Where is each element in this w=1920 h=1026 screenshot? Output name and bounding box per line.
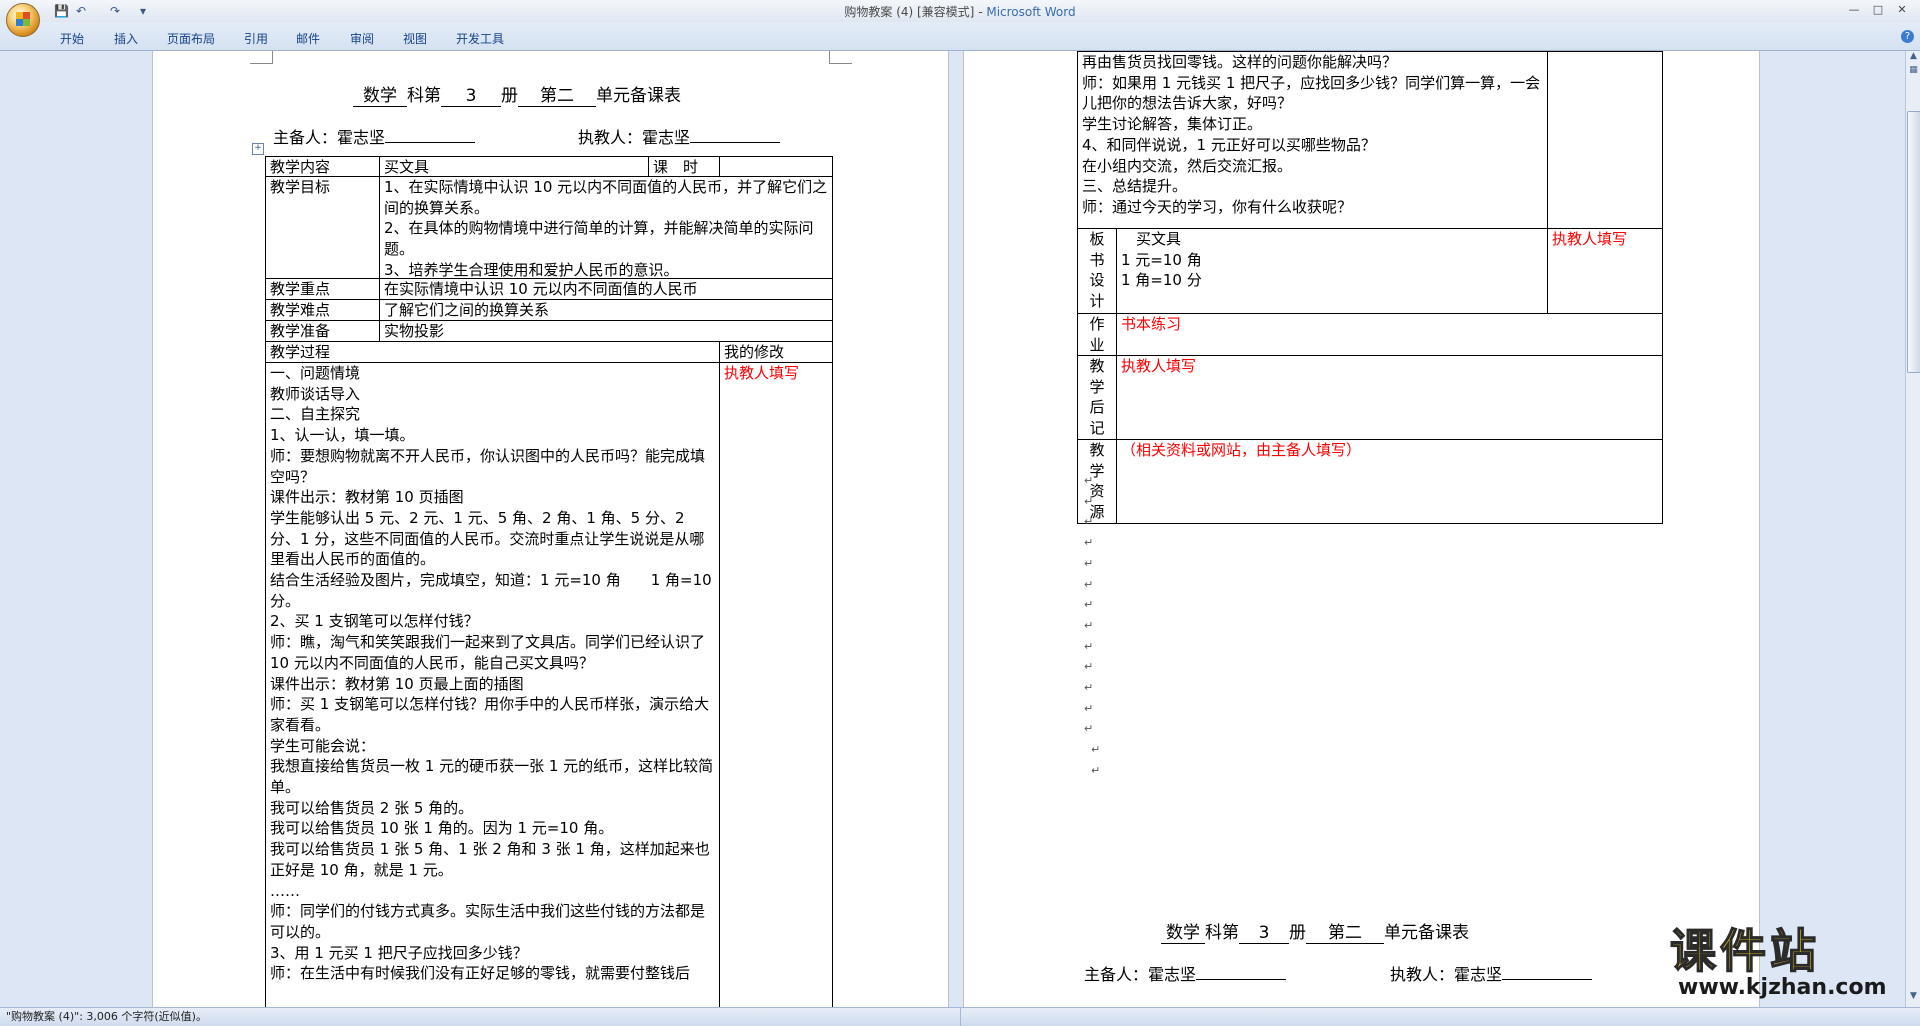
preparer-line: 主备人：霍志坚: [273, 124, 476, 148]
tab-view[interactable]: 视图: [403, 30, 427, 47]
heading-volume: 3: [441, 86, 501, 107]
office-button[interactable]: [6, 3, 40, 37]
heading-unit: 第二: [1306, 918, 1384, 944]
help-icon[interactable]: ?: [1901, 30, 1914, 43]
reflection-label: 教 学 后 记: [1077, 355, 1117, 440]
table-move-handle-icon[interactable]: +: [252, 143, 264, 155]
goals-value[interactable]: 1、在实际情境中认识 10 元以内不同面值的人民币，并了解它们之间的换算关系。 …: [379, 176, 833, 279]
ribbon-tabs: 开始 插入 页面布局 引用 邮件 审阅 视图 开发工具 ?: [0, 22, 1920, 51]
crop-mark: [250, 51, 273, 64]
preparer-label: 主备人：霍志坚: [273, 128, 386, 147]
key-value[interactable]: 在实际情境中认识 10 元以内不同面值的人民币: [379, 278, 833, 300]
hours-label: 课 时: [648, 156, 720, 177]
preparer-label: 主备人：霍志坚: [1084, 965, 1197, 984]
reflection-value[interactable]: 执教人填写: [1116, 355, 1663, 440]
heading-text: 单元备课表: [596, 86, 681, 106]
heading-text: 册: [501, 86, 518, 106]
content-value[interactable]: 买文具: [379, 156, 649, 177]
process-continued[interactable]: 再由售货员找回零钱。这样的问题你能解决吗？ 师：如果用 1 元钱买 1 把尺子，…: [1077, 51, 1548, 229]
board-value[interactable]: 买文具 1 元=10 角 1 角=10 分: [1116, 228, 1548, 314]
heading-unit: 第二: [518, 81, 596, 107]
revision-label: 我的修改: [719, 341, 833, 363]
heading-subject: 数学: [1161, 918, 1205, 944]
prep-label: 教学准备: [265, 320, 380, 342]
tab-review[interactable]: 审阅: [350, 30, 374, 47]
board-note[interactable]: 执教人填写: [1547, 228, 1663, 314]
heading-text: 科第: [1205, 923, 1239, 943]
executor-label: 执教人：霍志坚: [1390, 965, 1503, 984]
executor-label: 执教人：霍志坚: [578, 128, 691, 147]
heading-text: 科第: [407, 86, 441, 106]
process-label: 教学过程: [265, 341, 720, 363]
difficulty-value[interactable]: 了解它们之间的换算关系: [379, 299, 833, 321]
scroll-thumb[interactable]: [1907, 111, 1920, 373]
preparer-line-2: 主备人：霍志坚: [1084, 961, 1287, 985]
tab-developer[interactable]: 开发工具: [456, 30, 504, 47]
resources-value[interactable]: （相关资料或网站，由主备人填写）: [1116, 439, 1663, 524]
difficulty-label: 教学难点: [265, 299, 380, 321]
tab-mailings[interactable]: 邮件: [296, 30, 320, 47]
goals-label: 教学目标: [265, 176, 380, 279]
character-count[interactable]: "购物教案 (4)": 3,006 个字符(近似值)。: [0, 1010, 207, 1023]
heading-text: 册: [1289, 923, 1306, 943]
heading-subject: 数学: [353, 81, 407, 107]
office-logo-icon: [16, 12, 30, 26]
homework-value[interactable]: 书本练习: [1116, 313, 1663, 356]
tab-references[interactable]: 引用: [244, 30, 268, 47]
page-heading-2: 数学 科第 3 册第二 单元备课表: [1161, 918, 1469, 944]
maximize-button[interactable]: □: [1866, 3, 1890, 16]
crop-mark: [829, 51, 852, 64]
watermark-name: 课件站: [1669, 924, 1820, 978]
page-heading: 数学 科第 3 册第二 单元备课表: [353, 81, 681, 107]
window-controls: — □ ✕: [1842, 3, 1914, 16]
executor-line-2: 执教人：霍志坚: [1390, 961, 1593, 985]
page-2: 再由售货员找回零钱。这样的问题你能解决吗？ 师：如果用 1 元钱买 1 把尺子，…: [963, 51, 1760, 1007]
status-divider: [960, 1008, 961, 1026]
document-name: 购物教案 (4) [兼容模式]: [844, 5, 975, 19]
watermark-url: www.kjzhan.com: [1678, 975, 1887, 1000]
tab-insert[interactable]: 插入: [114, 30, 138, 47]
tab-page-layout[interactable]: 页面布局: [167, 30, 215, 47]
process-body[interactable]: 一、问题情境 教师谈话导入 二、自主探究 1、认一认，填一填。 师：要想购物就离…: [265, 362, 720, 1007]
site-watermark: 课件站 www.kjzhan.com: [1669, 924, 1910, 1007]
heading-text: 单元备课表: [1384, 923, 1469, 943]
close-button[interactable]: ✕: [1890, 3, 1914, 16]
key-label: 教学重点: [265, 278, 380, 300]
ruler-toggle-icon[interactable]: ▦: [1907, 65, 1920, 77]
executor-line: 执教人：霍志坚: [578, 124, 781, 148]
hours-value[interactable]: [719, 156, 833, 177]
document-workspace: + 数学 科第 3 册第二 单元备课表 主备人：霍志坚 执教人：霍志坚 教学内容 买文具…: [0, 51, 1905, 1007]
minimize-button[interactable]: —: [1842, 3, 1866, 16]
board-label: 板 书 设 计: [1077, 228, 1117, 314]
content-label: 教学内容: [265, 156, 380, 177]
page-1: + 数学 科第 3 册第二 单元备课表 主备人：霍志坚 执教人：霍志坚 教学内容 买文具…: [152, 51, 949, 1007]
revision-value[interactable]: 执教人填写: [719, 362, 833, 1007]
revision-continued[interactable]: [1547, 51, 1663, 229]
homework-label: 作 业: [1077, 313, 1117, 356]
status-bar: "购物教案 (4)": 3,006 个字符(近似值)。: [0, 1007, 1920, 1026]
prep-value[interactable]: 实物投影: [379, 320, 833, 342]
vertical-scrollbar[interactable]: ▲ ▦ ▼: [1905, 51, 1920, 1007]
title-bar: 💾 ↶ ↷ ▾ 购物教案 (4) [兼容模式] - Microsoft Word…: [0, 0, 1920, 37]
scroll-up-icon[interactable]: ▲: [1907, 51, 1920, 63]
heading-volume: 3: [1239, 923, 1289, 944]
app-name: Microsoft Word: [986, 5, 1076, 19]
tab-home[interactable]: 开始: [60, 30, 84, 47]
paragraph-marks: ↵ ↵ ↵ ↵ ↵ ↵ ↵ ↵ ↵ ↵ ↵ ↵ ↵ ↵ ↵: [1084, 474, 1101, 777]
window-title: 购物教案 (4) [兼容模式] - Microsoft Word: [0, 3, 1920, 20]
title-separator: -: [974, 5, 987, 19]
